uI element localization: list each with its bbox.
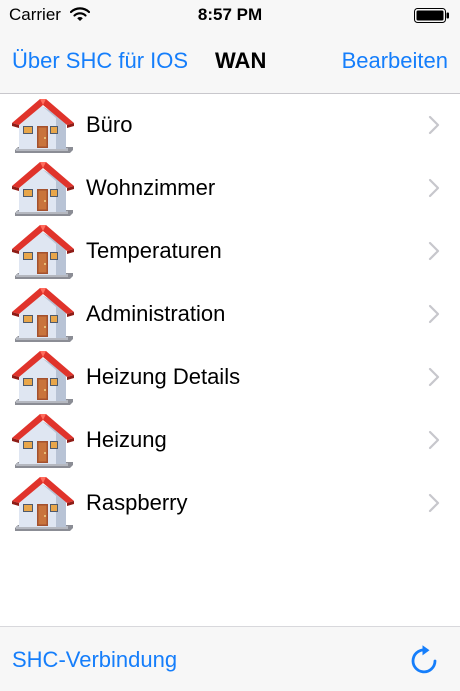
bottom-toolbar: SHC-Verbindung: [0, 626, 460, 691]
house-icon: [10, 348, 74, 408]
chevron-right-icon: [428, 367, 440, 392]
list-item[interactable]: Büro: [0, 94, 460, 157]
chevron-right-icon: [428, 115, 440, 140]
refresh-icon[interactable]: [408, 642, 440, 681]
house-icon: [10, 96, 74, 156]
chevron-right-icon: [428, 241, 440, 266]
edit-button[interactable]: Bearbeiten: [342, 48, 448, 74]
battery-icon: [414, 8, 450, 28]
clock: 8:57 PM: [197, 5, 263, 24]
house-icon: [10, 285, 74, 345]
chevron-right-icon: [428, 493, 440, 518]
list-item-label: Raspberry: [86, 490, 188, 515]
house-icon: [10, 159, 74, 219]
list-item-label: Büro: [86, 112, 133, 137]
shc-connection-button[interactable]: SHC-Verbindung: [12, 647, 177, 673]
chevron-right-icon: [428, 430, 440, 455]
chevron-right-icon: [428, 304, 440, 329]
list-item-label: Administration: [86, 301, 226, 326]
chevron-right-icon: [428, 178, 440, 203]
list-item-label: Heizung: [86, 427, 167, 452]
list-item-label: Heizung Details: [86, 364, 241, 389]
list-item[interactable]: Heizung: [0, 409, 460, 472]
list-item[interactable]: Heizung Details: [0, 346, 460, 409]
list-item[interactable]: Raspberry: [0, 472, 460, 535]
back-button[interactable]: Über SHC für IOS: [12, 48, 188, 74]
house-icon: [10, 222, 74, 282]
house-icon: [10, 411, 74, 471]
status-bar: Carrier 8:57 PM: [0, 0, 460, 30]
navigation-bar: Über SHC für IOS WAN Bearbeiten: [0, 30, 460, 94]
list-item[interactable]: Administration: [0, 283, 460, 346]
page-title: WAN: [215, 48, 267, 73]
list-item[interactable]: Wohnzimmer: [0, 157, 460, 220]
list-item-label: Temperaturen: [86, 238, 222, 263]
list-item[interactable]: Temperaturen: [0, 220, 460, 283]
list-item-label: Wohnzimmer: [86, 175, 216, 200]
house-icon: [10, 474, 74, 534]
room-list: Büro Wohnzimmer Temperaturen Administration…: [0, 94, 460, 535]
